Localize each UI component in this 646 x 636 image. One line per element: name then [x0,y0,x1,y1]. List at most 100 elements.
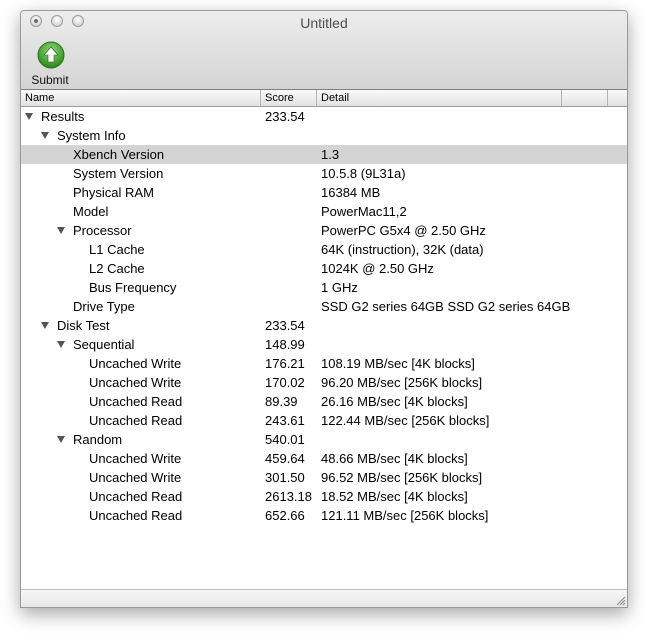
column-header-detail[interactable]: Detail [317,90,562,106]
row-score [265,145,317,164]
row-score [265,240,317,259]
disclosure-triangle-icon[interactable] [57,436,65,443]
title-toolbar: Untitled Submit [21,11,627,90]
table-row[interactable]: Physical RAM 16384 MB [21,183,627,202]
table-row[interactable]: Random 540.01 [21,430,627,449]
row-detail: 121.11 MB/sec [256K blocks] [321,508,489,523]
row-detail: 1024K @ 2.50 GHz [321,261,434,276]
table-row[interactable]: Xbench Version 1.3 [21,145,627,164]
row-detail: PowerMac11,2 [321,204,407,219]
outline-view[interactable]: Results 233.54 System Info Xbench Version 1.… [21,107,627,587]
table-row[interactable]: L1 Cache 64K (instruction), 32K (data) [21,240,627,259]
row-score [265,183,317,202]
table-row[interactable]: Drive Type SSD G2 series 64GB SSD G2 seri… [21,297,627,316]
table-row[interactable]: Results 233.54 [21,107,627,126]
disclosure-triangle-icon[interactable] [41,132,49,139]
row-name: System Info [57,128,126,143]
row-score: 2613.18 [265,489,312,504]
table-row[interactable]: Uncached Read 89.39 26.16 MB/sec [4K block… [21,392,627,411]
row-name: Uncached Read [89,394,183,409]
row-detail: 48.66 MB/sec [4K blocks] [321,451,468,466]
app-window: Untitled Submit Name Score Detail Result… [20,10,628,608]
table-header: Name Score Detail [21,90,627,107]
row-name: Processor [73,223,132,238]
row-detail: 16384 MB [321,185,381,200]
row-name: Drive Type [73,299,135,314]
submit-button[interactable]: Submit [27,41,73,89]
row-name: Uncached Read [89,413,183,428]
row-name: Xbench Version [73,147,165,162]
row-detail: 96.52 MB/sec [256K blocks] [321,470,483,485]
row-detail: 26.16 MB/sec [4K blocks] [321,394,468,409]
disclosure-triangle-icon[interactable] [57,227,65,234]
row-score: 301.50 [265,470,305,485]
row-score: 233.54 [265,109,305,124]
row-name: Model [73,204,109,219]
table-row[interactable]: L2 Cache 1024K @ 2.50 GHz [21,259,627,278]
row-name: Disk Test [57,318,110,333]
disclosure-triangle-icon[interactable] [41,322,49,329]
row-detail [321,316,621,335]
row-name: Sequential [73,337,135,352]
table-row[interactable]: Disk Test 233.54 [21,316,627,335]
table-row[interactable]: System Version 10.5.8 (9L31a) [21,164,627,183]
column-header-score[interactable]: Score [261,90,317,106]
row-name: Random [73,432,123,447]
row-score: 233.54 [265,318,305,333]
window-title: Untitled [300,15,348,31]
column-header-name[interactable]: Name [21,90,261,106]
row-name: Uncached Write [89,375,182,390]
row-name: Uncached Write [89,451,182,466]
table-row[interactable]: Uncached Write 170.02 96.20 MB/sec [256K b… [21,373,627,392]
table-row[interactable]: System Info [21,126,627,145]
table-row[interactable]: Uncached Read 652.66 121.11 MB/sec [256K b… [21,506,627,525]
table-row[interactable]: Sequential 148.99 [21,335,627,354]
row-name: L1 Cache [89,242,145,257]
row-detail [321,335,621,354]
row-detail: 1 GHz [321,280,358,295]
row-score: 540.01 [265,432,305,447]
row-name: Physical RAM [73,185,154,200]
row-name: Uncached Read [89,508,183,523]
table-row[interactable]: Uncached Read 2613.18 18.52 MB/sec [4K blo… [21,487,627,506]
row-name: Results [41,109,85,124]
row-score [265,126,317,145]
row-detail: 64K (instruction), 32K (data) [321,242,484,257]
row-score: 459.64 [265,451,305,466]
row-detail [321,126,621,145]
row-name: System Version [73,166,164,181]
horizontal-scrollbar[interactable] [21,589,627,607]
row-score: 243.61 [265,413,305,428]
table-row[interactable]: Model PowerMac11,2 [21,202,627,221]
row-name: L2 Cache [89,261,145,276]
row-detail: 1.3 [321,147,340,162]
table-row[interactable]: Uncached Read 243.61 122.44 MB/sec [256K b… [21,411,627,430]
table-row[interactable]: Uncached Write 176.21 108.19 MB/sec [4K bl… [21,354,627,373]
row-score [265,221,317,240]
row-detail: 122.44 MB/sec [256K blocks] [321,413,490,428]
row-detail: SSD G2 series 64GB SSD G2 series 64GB [321,299,571,314]
row-score: 652.66 [265,508,305,523]
table-row[interactable]: Uncached Write 301.50 96.52 MB/sec [256K b… [21,468,627,487]
row-score: 148.99 [265,337,305,352]
row-detail: 96.20 MB/sec [256K blocks] [321,375,483,390]
row-detail: 108.19 MB/sec [4K blocks] [321,356,475,371]
row-name: Bus Frequency [89,280,177,295]
row-score [265,297,317,316]
disclosure-triangle-icon[interactable] [57,341,65,348]
row-score: 170.02 [265,375,305,390]
row-detail [321,107,621,126]
resize-grip-icon[interactable] [614,594,626,606]
row-name: Uncached Write [89,470,182,485]
row-score [265,278,317,297]
row-score [265,202,317,221]
row-name: Uncached Write [89,356,182,371]
submit-label: Submit [31,73,69,87]
row-detail: 10.5.8 (9L31a) [321,166,406,181]
green-up-arrow-icon [37,41,65,69]
row-detail: 18.52 MB/sec [4K blocks] [321,489,468,504]
disclosure-triangle-icon[interactable] [25,113,33,120]
table-row[interactable]: Processor PowerPC G5x4 @ 2.50 GHz [21,221,627,240]
table-row[interactable]: Bus Frequency 1 GHz [21,278,627,297]
table-row[interactable]: Uncached Write 459.64 48.66 MB/sec [4K blo… [21,449,627,468]
